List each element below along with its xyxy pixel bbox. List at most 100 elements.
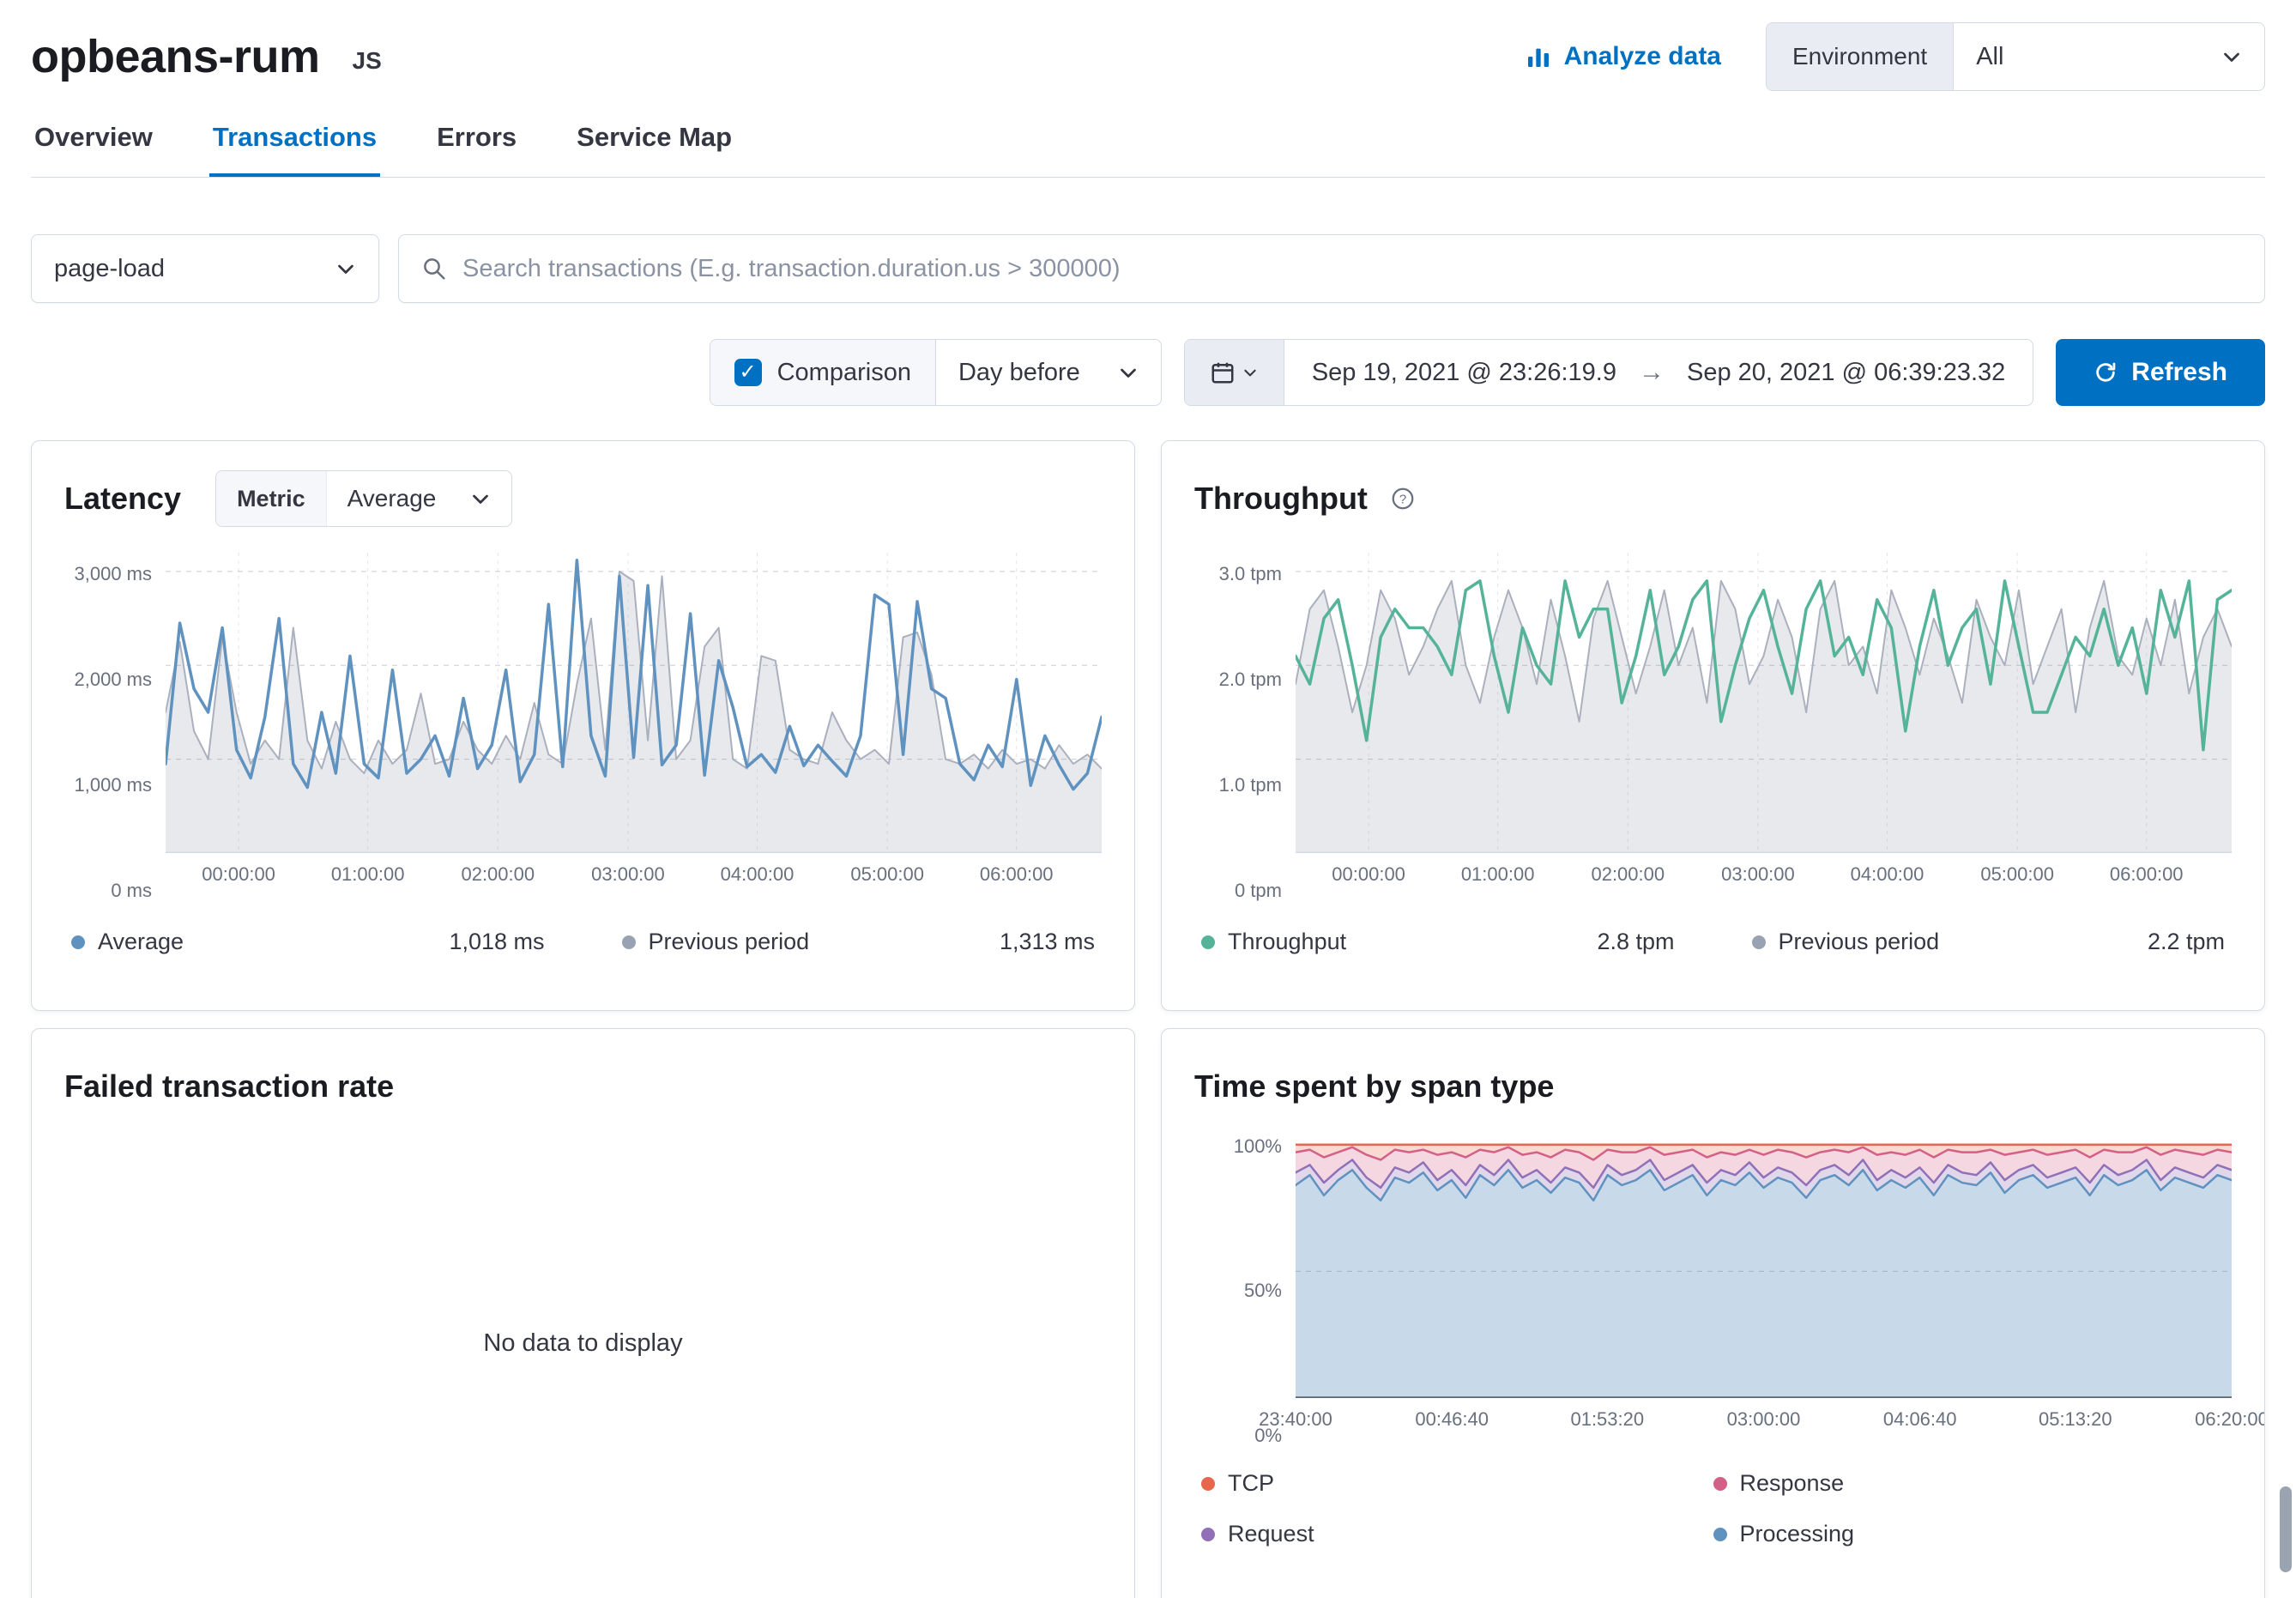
span-type-title: Time spent by span type xyxy=(1194,1068,1554,1105)
transaction-type-select[interactable]: page-load xyxy=(31,234,379,303)
legend-value: 2.2 tpm xyxy=(2148,929,2225,955)
y-axis-tick-label: 100% xyxy=(1234,1135,1282,1158)
analyze-data-link[interactable]: Analyze data xyxy=(1525,42,1721,71)
legend-item-tcp[interactable]: TCP xyxy=(1201,1470,1713,1497)
legend-item-request[interactable]: Request xyxy=(1201,1521,1713,1547)
no-data-message: No data to display xyxy=(64,1329,1102,1358)
legend-label: TCP xyxy=(1228,1470,1274,1497)
legend-label: Request xyxy=(1228,1521,1314,1547)
legend-dot xyxy=(1201,1528,1215,1541)
latency-legend: Average 1,018 ms Previous period 1,313 m… xyxy=(64,929,1102,955)
legend-value: 2.8 tpm xyxy=(1597,929,1674,955)
span-type-plot-column: 23:40:0000:46:4001:53:2003:00:0004:06:40… xyxy=(1296,1132,2232,1436)
charts-grid: Latency Metric Average 0 ms 1,000 ms 2,000… xyxy=(31,440,2265,1598)
metric-select-value: Average xyxy=(347,485,437,512)
x-axis-tick-label: 06:00:00 xyxy=(2110,863,2184,886)
metric-select[interactable]: Average xyxy=(327,471,512,526)
failed-rate-panel-header: Failed transaction rate xyxy=(64,1058,1102,1115)
legend-item-average[interactable]: Average xyxy=(71,929,184,955)
legend-value: 1,018 ms xyxy=(449,929,544,955)
x-axis-tick-label: 05:00:00 xyxy=(850,863,924,886)
x-axis-tick-label: 02:00:00 xyxy=(1591,863,1665,886)
latency-panel-header: Latency Metric Average xyxy=(64,470,1102,527)
legend-item-previous-period[interactable]: Previous period xyxy=(1752,929,1940,955)
legend-item-previous-period[interactable]: Previous period xyxy=(622,929,810,955)
chevron-down-icon xyxy=(335,258,356,279)
legend-label: Average xyxy=(98,929,184,955)
latency-plot-column: 00:00:0001:00:0002:00:0003:00:0004:00:00… xyxy=(166,553,1102,891)
x-axis-tick-label: 03:00:00 xyxy=(591,863,665,886)
legend-dot xyxy=(1752,935,1766,949)
legend-dot xyxy=(1201,935,1215,949)
y-axis-tick-label: 3.0 tpm xyxy=(1219,563,1282,585)
tab-errors[interactable]: Errors xyxy=(433,106,520,177)
search-input[interactable] xyxy=(462,255,2242,283)
bar-chart-icon xyxy=(1525,43,1552,70)
legend-label: Response xyxy=(1740,1470,1845,1497)
legend-dot xyxy=(1713,1477,1727,1491)
x-axis-tick-label: 00:46:40 xyxy=(1415,1408,1489,1431)
span-type-chart: 0%50%100% 23:40:0000:46:4001:53:2003:00:… xyxy=(1194,1132,2232,1436)
calendar-button[interactable] xyxy=(1185,340,1284,405)
legend-item-response[interactable]: Response xyxy=(1713,1470,2226,1497)
date-range-start[interactable]: Sep 19, 2021 @ 23:26:19.9 xyxy=(1312,359,1616,387)
environment-value: All xyxy=(1976,43,2003,71)
chevron-down-icon xyxy=(1118,362,1139,383)
legend-entry: Previous period 2.2 tpm xyxy=(1752,929,2226,955)
agent-badge: JS xyxy=(353,39,382,75)
throughput-legend: Throughput 2.8 tpm Previous period 2.2 t… xyxy=(1194,929,2232,955)
svg-text:?: ? xyxy=(1399,493,1406,507)
throughput-y-axis: 0 tpm1.0 tpm2.0 tpm3.0 tpm xyxy=(1194,553,1296,891)
legend-entry: Previous period 1,313 ms xyxy=(622,929,1096,955)
span-type-panel: Time spent by span type 0%50%100% 23:40:… xyxy=(1161,1028,2265,1598)
x-axis-tick-label: 02:00:00 xyxy=(461,863,535,886)
throughput-plot[interactable] xyxy=(1296,553,2232,853)
span-type-x-axis: 23:40:0000:46:4001:53:2003:00:0004:06:40… xyxy=(1296,1398,2232,1436)
failed-transaction-rate-panel: Failed transaction rate No data to displ… xyxy=(31,1028,1135,1598)
x-axis-tick-label: 03:00:00 xyxy=(1727,1408,1801,1431)
x-axis-tick-label: 04:06:40 xyxy=(1883,1408,1957,1431)
legend-item-throughput[interactable]: Throughput xyxy=(1201,929,1346,955)
latency-plot[interactable] xyxy=(166,553,1102,853)
page-header: opbeans-rum JS Analyze data Environment … xyxy=(31,0,2265,89)
tab-service-map[interactable]: Service Map xyxy=(573,106,735,177)
legend-dot xyxy=(1201,1477,1215,1491)
y-axis-tick-label: 1,000 ms xyxy=(75,774,153,796)
header-actions: Analyze data Environment All xyxy=(1525,22,2265,91)
comparison-checkbox[interactable]: ✓ Comparison xyxy=(710,340,935,405)
span-type-plot[interactable] xyxy=(1296,1132,2232,1398)
failed-rate-title: Failed transaction rate xyxy=(64,1068,394,1105)
service-tabs: Overview Transactions Errors Service Map xyxy=(31,106,2265,178)
legend-dot xyxy=(622,935,636,949)
tab-transactions[interactable]: Transactions xyxy=(209,106,380,177)
legend-label: Throughput xyxy=(1228,929,1346,955)
legend-entry: Average 1,018 ms xyxy=(71,929,545,955)
legend-label: Previous period xyxy=(1779,929,1940,955)
y-axis-tick-label: 2,000 ms xyxy=(75,669,153,691)
x-axis-tick-label: 03:00:00 xyxy=(1721,863,1795,886)
comparison-period-select[interactable]: Day before xyxy=(935,340,1161,405)
environment-select[interactable]: All xyxy=(1954,23,2264,90)
y-axis-tick-label: 0 tpm xyxy=(1235,880,1282,902)
throughput-x-axis: 00:00:0001:00:0002:00:0003:00:0004:00:00… xyxy=(1296,853,2232,891)
y-axis-tick-label: 50% xyxy=(1244,1280,1282,1302)
x-axis-tick-label: 05:13:20 xyxy=(2039,1408,2112,1431)
legend-entry: Throughput 2.8 tpm xyxy=(1201,929,1675,955)
y-axis-tick-label: 0 ms xyxy=(111,880,152,902)
chevron-down-icon xyxy=(470,488,491,509)
date-range[interactable]: Sep 19, 2021 @ 23:26:19.9 → Sep 20, 2021… xyxy=(1284,340,2033,405)
tab-overview[interactable]: Overview xyxy=(31,106,156,177)
help-icon[interactable]: ? xyxy=(1390,486,1416,511)
latency-chart-svg xyxy=(166,553,1102,853)
scrollbar-thumb[interactable] xyxy=(2280,1486,2292,1572)
date-range-end[interactable]: Sep 20, 2021 @ 06:39:23.32 xyxy=(1687,359,2005,387)
latency-panel: Latency Metric Average 0 ms 1,000 ms 2,000… xyxy=(31,440,1135,1011)
transaction-type-value: page-load xyxy=(54,255,165,283)
x-axis-tick-label: 04:00:00 xyxy=(1851,863,1924,886)
throughput-chart: 0 tpm1.0 tpm2.0 tpm3.0 tpm 00:00:0001:00… xyxy=(1194,553,2232,891)
legend-item-processing[interactable]: Processing xyxy=(1713,1521,2226,1547)
y-axis-tick-label: 3,000 ms xyxy=(75,563,153,585)
x-axis-tick-label: 05:00:00 xyxy=(1980,863,2054,886)
comparison-period-value: Day before xyxy=(958,359,1080,387)
refresh-button[interactable]: Refresh xyxy=(2056,339,2265,406)
